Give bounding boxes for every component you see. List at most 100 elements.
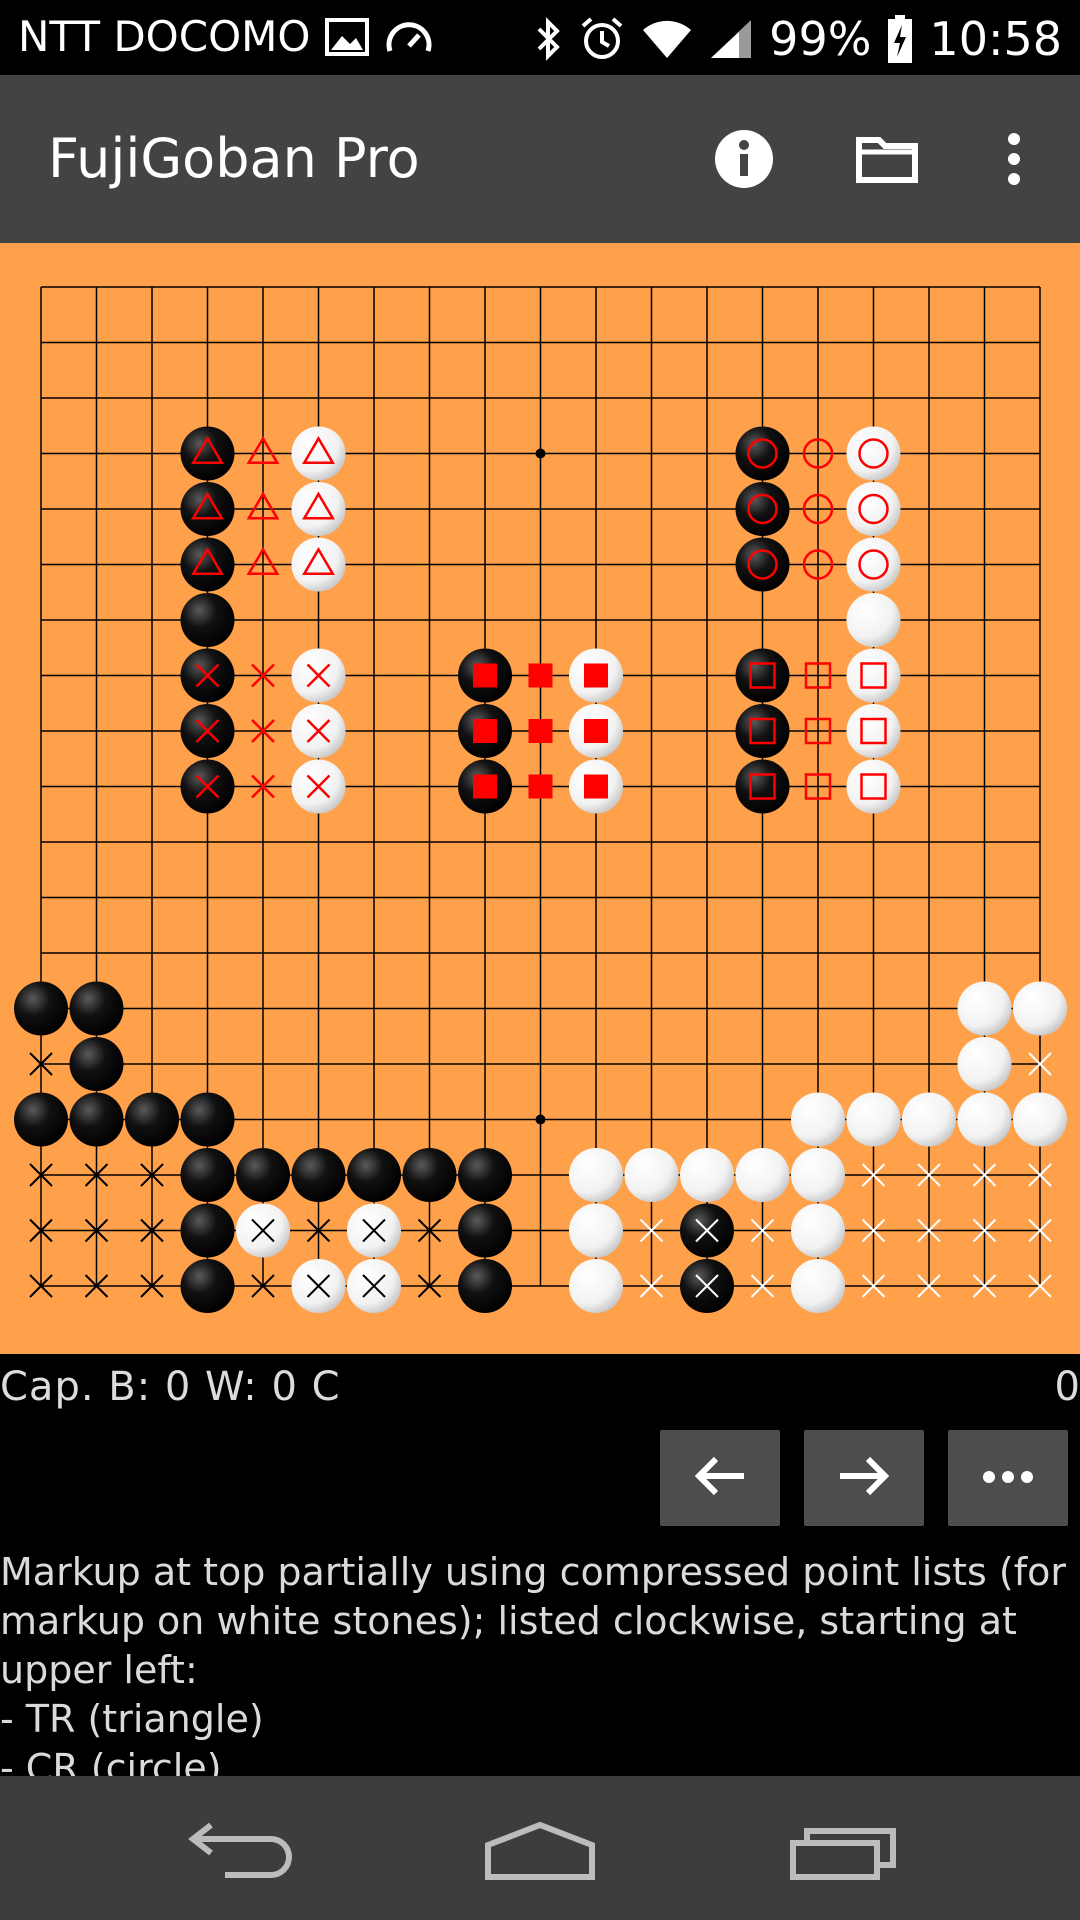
white-stone xyxy=(291,482,346,536)
previous-move-button[interactable] xyxy=(660,1430,780,1526)
gauge-icon xyxy=(384,17,434,57)
battery-percent: 99% xyxy=(769,12,872,66)
board-canvas[interactable] xyxy=(0,243,1080,1354)
black-stone xyxy=(458,1259,512,1313)
more-horizontal-icon xyxy=(982,1469,1034,1488)
white-stone xyxy=(957,1092,1012,1147)
black-stone xyxy=(180,1259,235,1313)
capture-count: Cap. B: 0 W: 0 C xyxy=(0,1364,341,1410)
white-stone xyxy=(680,1148,734,1202)
black-stone xyxy=(458,1203,512,1258)
white-stone xyxy=(569,1259,623,1313)
black-stone xyxy=(735,426,790,481)
white-stone xyxy=(957,1037,1012,1091)
white-stone xyxy=(846,593,901,647)
black-stone xyxy=(180,1092,235,1147)
go-board[interactable] xyxy=(0,243,1080,1354)
black-stone xyxy=(69,981,124,1036)
status-bar: NTT DOCOMO 99% 10:58 xyxy=(0,0,1080,75)
black-stone xyxy=(735,704,790,758)
black-stone xyxy=(180,426,235,481)
white-stone xyxy=(569,1148,623,1202)
carrier-name: NTT DOCOMO xyxy=(18,12,311,61)
black-stone xyxy=(125,1092,179,1147)
white-stone xyxy=(291,426,346,481)
black-stone xyxy=(180,482,235,536)
white-stone xyxy=(791,1259,845,1313)
clock: 10:58 xyxy=(929,12,1062,66)
filled-square-mark xyxy=(584,719,608,743)
white-stone xyxy=(846,704,901,758)
black-stone xyxy=(180,1203,235,1258)
white-stone xyxy=(846,1092,901,1147)
more-options-button[interactable] xyxy=(948,1430,1068,1526)
back-icon[interactable] xyxy=(180,1816,300,1886)
move-number: 0 xyxy=(1054,1364,1080,1410)
battery-charging-icon xyxy=(887,15,913,63)
signal-icon xyxy=(709,18,753,60)
black-stone xyxy=(291,1148,346,1202)
info-icon[interactable] xyxy=(712,127,776,191)
black-stone xyxy=(735,759,790,814)
bluetooth-icon xyxy=(535,16,563,62)
arrow-right-icon xyxy=(836,1454,892,1502)
white-stone xyxy=(1013,981,1067,1036)
hoshi-point xyxy=(535,1114,546,1125)
black-stone xyxy=(180,537,235,592)
black-stone xyxy=(14,981,68,1036)
white-stone xyxy=(846,759,901,814)
action-bar: FujiGoban Pro xyxy=(0,75,1080,243)
white-stone xyxy=(902,1092,956,1147)
white-stone xyxy=(846,482,901,536)
capture-bar: Cap. B: 0 W: 0 C 0 xyxy=(0,1354,1080,1416)
next-move-button[interactable] xyxy=(804,1430,924,1526)
black-stone xyxy=(180,1148,235,1202)
move-comment[interactable]: Markup at top partially using compressed… xyxy=(0,1548,1080,1776)
white-stone xyxy=(1013,1092,1067,1147)
black-stone xyxy=(347,1148,401,1202)
filled-square-mark xyxy=(528,663,553,688)
white-stone xyxy=(846,537,901,592)
white-stone xyxy=(957,981,1012,1036)
white-stone xyxy=(624,1148,679,1202)
wifi-icon xyxy=(641,18,693,60)
filled-square-mark xyxy=(473,663,497,688)
white-stone xyxy=(846,426,901,481)
comment-line: - TR (triangle) xyxy=(0,1697,264,1741)
filled-square-mark xyxy=(473,719,497,743)
white-stone xyxy=(846,648,901,703)
home-icon[interactable] xyxy=(480,1816,600,1886)
black-stone xyxy=(402,1148,457,1202)
folder-icon[interactable] xyxy=(855,127,919,191)
filled-square-mark xyxy=(584,663,608,688)
filled-square-mark xyxy=(473,774,497,799)
app-title: FujiGoban Pro xyxy=(48,127,420,190)
system-nav-bar xyxy=(0,1776,1080,1920)
filled-square-mark xyxy=(584,774,608,799)
recents-icon[interactable] xyxy=(784,1816,904,1886)
white-stone xyxy=(735,1148,790,1202)
black-stone xyxy=(180,593,235,647)
filled-square-mark xyxy=(528,719,553,743)
comment-line: - CR (circle) xyxy=(0,1746,222,1776)
black-stone xyxy=(69,1092,124,1147)
overflow-menu-icon[interactable] xyxy=(982,127,1046,191)
hoshi-point xyxy=(535,448,546,459)
white-stone xyxy=(791,1203,845,1258)
arrow-left-icon xyxy=(692,1454,748,1502)
black-stone xyxy=(735,537,790,592)
white-stone xyxy=(291,537,346,592)
white-stone xyxy=(791,1092,845,1147)
black-stone xyxy=(14,1092,68,1147)
comment-line: upper left: xyxy=(0,1648,198,1692)
black-stone xyxy=(236,1148,290,1202)
black-stone xyxy=(735,648,790,703)
white-stone xyxy=(791,1148,845,1202)
alarm-icon xyxy=(579,16,625,62)
comment-line: Markup at top partially using compressed… xyxy=(0,1550,1066,1594)
black-stone xyxy=(458,1148,512,1202)
white-stone xyxy=(569,1203,623,1258)
black-stone xyxy=(69,1037,124,1091)
filled-square-mark xyxy=(528,774,553,799)
black-stone xyxy=(735,482,790,536)
